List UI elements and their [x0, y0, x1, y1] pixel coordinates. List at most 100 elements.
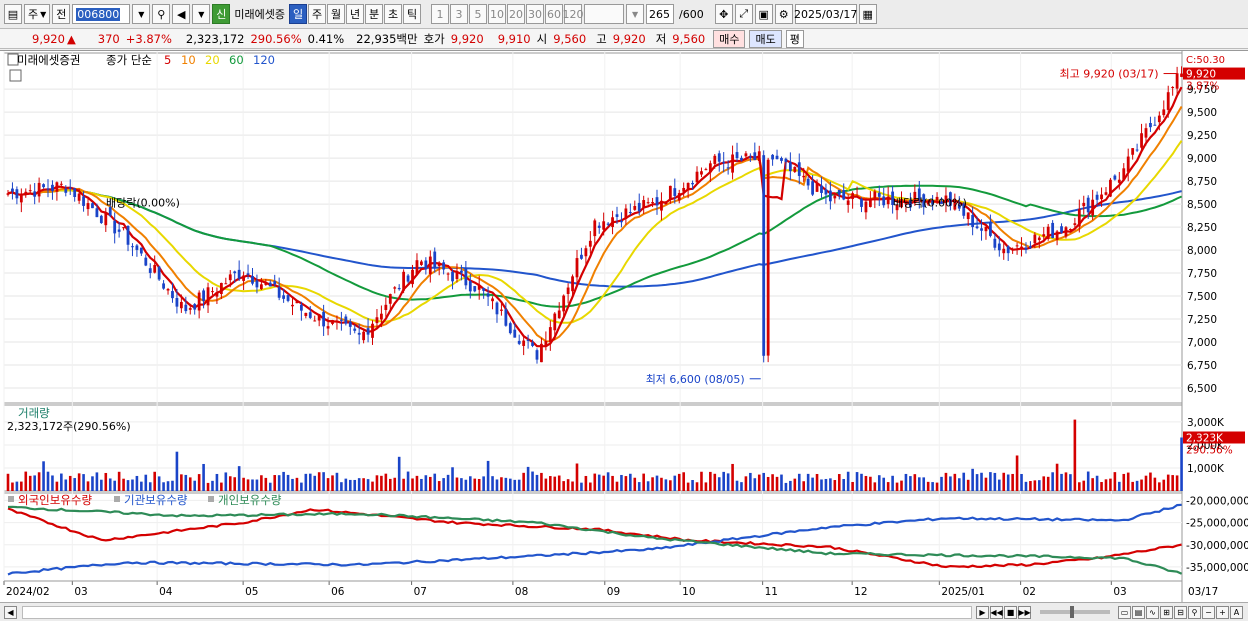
price-tick-label: 7,750: [1187, 268, 1217, 280]
candle-body: [682, 187, 686, 192]
stock-chart[interactable]: 9,7509,5009,2509,0008,7508,5008,2508,000…: [0, 51, 1248, 603]
holding-legend-marker: [208, 496, 214, 502]
x-tick-label-last: 03/17: [1188, 586, 1218, 598]
candle-body: [184, 304, 188, 312]
chevron-down-icon[interactable]: ▼: [626, 4, 645, 24]
candle-body: [224, 283, 228, 285]
volume-bar: [917, 477, 921, 491]
buy-button[interactable]: 매수: [713, 29, 746, 48]
zoom-range-icon[interactable]: ▭: [1118, 605, 1131, 619]
period-tab-4[interactable]: 분: [365, 4, 384, 24]
interval-button-5[interactable]: 5: [469, 4, 488, 24]
minus-icon[interactable]: −: [1202, 605, 1215, 619]
period-tab-1[interactable]: 주: [308, 4, 327, 24]
period-tab-2[interactable]: 월: [327, 4, 346, 24]
search-icon[interactable]: ⚲: [152, 4, 171, 24]
sell-button[interactable]: 매도: [749, 29, 782, 48]
period-tab-3[interactable]: 년: [346, 4, 365, 24]
candle-body: [842, 190, 846, 200]
indicator-icon[interactable]: ∿: [1146, 605, 1159, 619]
date-input[interactable]: 2025/03/17: [794, 4, 857, 24]
volume-bar: [749, 472, 752, 491]
plus-icon[interactable]: +: [1216, 605, 1229, 619]
chart-area[interactable]: 9,750 9,500 9,250 9,000 8,750 8,500 8,250 8,000…: [0, 50, 1248, 603]
volume-bar: [891, 475, 894, 491]
interval-button-20[interactable]: 20: [507, 4, 526, 24]
candle-body: [855, 195, 859, 197]
stock-code-input[interactable]: 006800: [72, 4, 131, 24]
period-tab-6[interactable]: 틱: [403, 4, 422, 24]
volume-bar: [1162, 479, 1166, 491]
interval-custom-input[interactable]: [584, 4, 625, 24]
volume-bar: [566, 479, 570, 491]
volume-bar: [486, 460, 490, 491]
interval-button-30[interactable]: 30: [526, 4, 545, 24]
candle-body: [1166, 92, 1170, 110]
candle-body: [233, 271, 237, 274]
period-tab-5[interactable]: 초: [384, 4, 403, 24]
interval-button-10[interactable]: 10: [488, 4, 507, 24]
zoom-fit-icon[interactable]: ⊟: [1174, 605, 1187, 619]
save-icon[interactable]: ▣: [754, 4, 773, 24]
scrollbar-track[interactable]: [22, 605, 972, 619]
x-tick-label: 03: [1113, 586, 1126, 598]
code-dropdown-icon[interactable]: ▼: [132, 4, 151, 24]
candle-body: [446, 273, 450, 275]
prev-button[interactable]: 전: [52, 4, 71, 24]
volume-bar: [824, 478, 828, 491]
volume-bar: [926, 481, 930, 491]
candle-body: [664, 202, 668, 205]
candle-body: [1100, 194, 1103, 200]
candle-body: [77, 193, 81, 201]
chevron-down-icon[interactable]: ▼: [192, 4, 211, 24]
period-main-select[interactable]: 주 ▼: [24, 4, 51, 24]
volume-title: 거래량: [18, 406, 50, 420]
avg-button[interactable]: 평: [785, 29, 804, 48]
volume-bar: [753, 478, 757, 491]
candle-body: [282, 295, 286, 299]
candle-body: [428, 256, 432, 275]
candle-body: [495, 302, 499, 315]
gear-icon[interactable]: ⚙: [774, 4, 793, 24]
volume-bar: [73, 478, 76, 491]
volume-bar: [606, 472, 610, 491]
trade-amount: 22,935백만: [356, 31, 418, 46]
candle-body: [162, 283, 165, 289]
chart-type-icon[interactable]: ▤: [1132, 605, 1145, 619]
scroll-right-button[interactable]: ▶: [976, 605, 989, 619]
scroll-left-button[interactable]: ◀: [4, 605, 17, 619]
volume-bar: [837, 474, 841, 491]
speaker-icon[interactable]: ◀: [172, 4, 191, 24]
interval-button-1[interactable]: 1: [431, 4, 450, 24]
slider-handle[interactable]: [1070, 606, 1074, 618]
rewind-button[interactable]: ◀◀: [990, 605, 1003, 619]
stop-button[interactable]: ■: [1004, 605, 1017, 619]
speed-slider[interactable]: [1040, 606, 1110, 618]
interval-button-120[interactable]: 120: [563, 4, 584, 24]
layout-icon[interactable]: ▤: [4, 4, 22, 24]
font-icon[interactable]: A: [1230, 605, 1243, 619]
calendar-icon[interactable]: ▦: [858, 4, 877, 24]
period-tab-0[interactable]: 일: [289, 4, 308, 24]
volume-bar: [51, 475, 54, 491]
candle-body: [566, 287, 570, 295]
candle-body: [580, 254, 583, 259]
holding-legend-marker: [114, 496, 120, 502]
magnifier-icon[interactable]: ⚲: [1188, 605, 1201, 619]
candle-body: [1002, 248, 1006, 254]
candle-body: [846, 200, 850, 205]
volume-bar: [1100, 482, 1103, 491]
candle-body: [406, 275, 410, 282]
expand-icon[interactable]: ⤢: [734, 4, 753, 24]
compare-icon[interactable]: ⊞: [1160, 605, 1173, 619]
crosshair-icon[interactable]: ✥: [714, 4, 733, 24]
play-button[interactable]: ▶▶: [1018, 605, 1031, 619]
interval-button-60[interactable]: 60: [545, 4, 564, 24]
interval-button-3[interactable]: 3: [450, 4, 469, 24]
candle-body: [815, 182, 819, 192]
volume-bar: [255, 479, 259, 491]
holding-layer: [7, 503, 1183, 576]
volume-bar: [300, 482, 303, 491]
volume-bar: [331, 475, 334, 491]
count-input[interactable]: 265: [646, 4, 675, 24]
